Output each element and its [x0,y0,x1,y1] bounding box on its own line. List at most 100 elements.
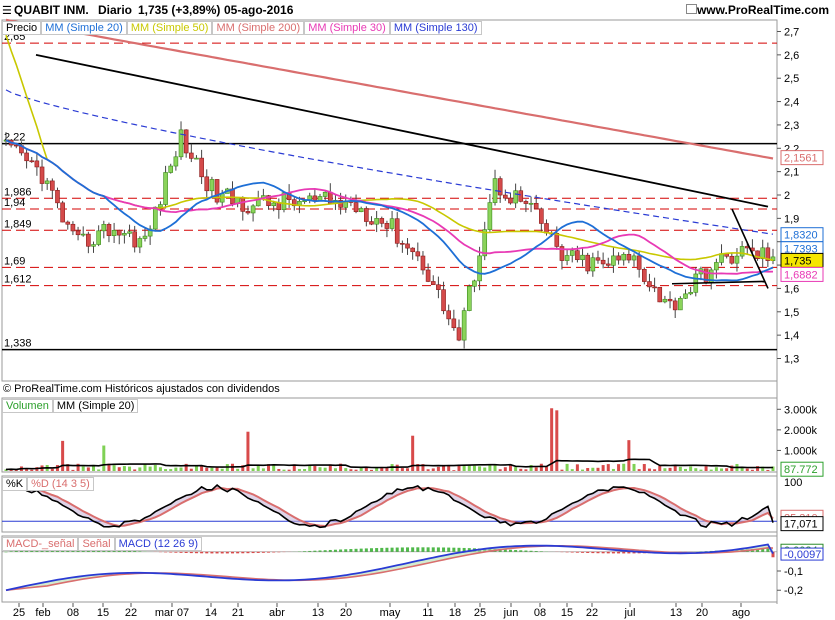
candle-down [29,160,35,163]
ma130-line [5,89,774,235]
candle-down [729,255,735,264]
candle-up [564,255,570,261]
price-legend-item[interactable]: MM (Simple 130) [389,21,482,35]
x-axis-label: 15 [97,607,109,619]
trend-line-support [671,280,766,285]
volume-bar-down [133,469,137,471]
macd-hist-bar [457,547,461,552]
candle-down [70,223,76,232]
stoch-legend-item[interactable]: %D (14 3 5) [27,477,94,491]
volume-bar-up [483,467,487,471]
volume-bar-down [117,467,121,471]
candle-up [80,233,86,236]
volume-bar-up [514,467,518,471]
x-axis-label: 25 [13,607,25,619]
volume-bar-down [313,465,317,471]
macd-hist-bar [323,550,327,552]
candle-down [400,243,405,245]
volume-bar-up [488,465,492,471]
volume-bar-up [581,469,585,471]
volume-bar-down [431,468,435,471]
volume-bar-down [86,467,90,471]
x-axis-label: 13 [670,607,682,619]
macd-hist-bar [606,551,610,554]
volume-bar-up [261,468,265,471]
volume-bar-down [436,466,440,471]
candle-down [544,223,549,234]
candle-up [482,229,488,257]
candle-down [312,195,318,201]
price-legend-item[interactable]: MM (Simple 30) [304,21,390,35]
macd-hist-bar [591,551,595,554]
candle-up [122,233,127,236]
candle-down [230,188,235,205]
macd-hist-bar [184,551,188,553]
macd-hist-bar [339,549,343,552]
volume-legend-item[interactable]: MM (Simple 20) [52,399,139,413]
macd-hist-bar [349,549,353,552]
volume-bar-down [586,468,590,471]
stoch-legend-item[interactable]: %K [2,477,28,491]
volume-bar-up [128,466,132,471]
volume-bar-up [210,467,214,471]
macd-hist-bar [164,551,168,553]
candle-down [405,243,410,249]
volume-bar-down [560,469,564,471]
candle-up [688,292,693,295]
volume-bar-down [658,465,662,471]
macd-hist-bar [344,549,348,552]
macd-legend-item[interactable]: Señal [78,537,115,551]
price-legend-item[interactable]: Precio [2,21,42,35]
macd-hist-bar [390,547,394,552]
candle-down [667,298,673,302]
macd-hist-bar [277,551,281,553]
volume-bar-up [683,468,687,471]
volume-bar-up [699,469,703,471]
candle-down [116,230,122,236]
volume-bar-down [575,464,579,471]
macd-hist-bar [436,547,440,552]
candle-down [410,247,415,253]
macd-legend-item[interactable]: MACD-_señal [2,537,79,551]
volume-bar-up [472,465,476,471]
candle-down [575,250,580,261]
candle-down [585,254,590,272]
volume-bar-up [318,467,322,471]
volume-bar-down [637,469,641,471]
volume-bar-up [174,467,178,471]
candle-down [39,166,45,184]
price-tick-label: 2,4 [784,97,799,109]
volume-bar-down [519,468,523,471]
candle-down [430,281,436,286]
candle-up [194,157,199,160]
price-legend-item[interactable]: MM (Simple 50) [126,21,213,35]
volume-bar-up [323,467,327,471]
volume-bar-up [102,445,106,471]
price-legend-item[interactable]: MM (Simple 20) [41,21,127,35]
volume-bar-up [570,469,574,471]
macd-hist-bar [328,549,332,552]
price-legend-item[interactable]: MM (Simple 200) [212,21,305,35]
macd-hist-bar [426,547,430,552]
volume-bar-down [498,469,502,471]
volume-bar-up [611,468,615,471]
macd-legend-item[interactable]: MACD (12 26 9) [114,537,203,551]
x-axis-label: feb [35,607,50,619]
candle-down [523,201,529,204]
macd-hist-bar [766,548,770,552]
volume-bar-up [164,469,168,471]
candle-up [127,231,132,234]
x-axis-label: 14 [205,607,217,619]
macd-hist-bar [565,551,569,553]
volume-badge-label: 87.772 [784,464,818,476]
candle-down [503,194,508,199]
candle-up [374,218,379,225]
candle-up [317,196,323,201]
macd-hist-bar [611,551,615,554]
candle-up [683,293,688,299]
candle-up [477,255,482,282]
volume-bar-down [503,467,507,471]
candles-group [3,121,776,349]
macd-hist-bar [617,551,621,554]
volume-legend-item[interactable]: Volumen [2,399,53,413]
